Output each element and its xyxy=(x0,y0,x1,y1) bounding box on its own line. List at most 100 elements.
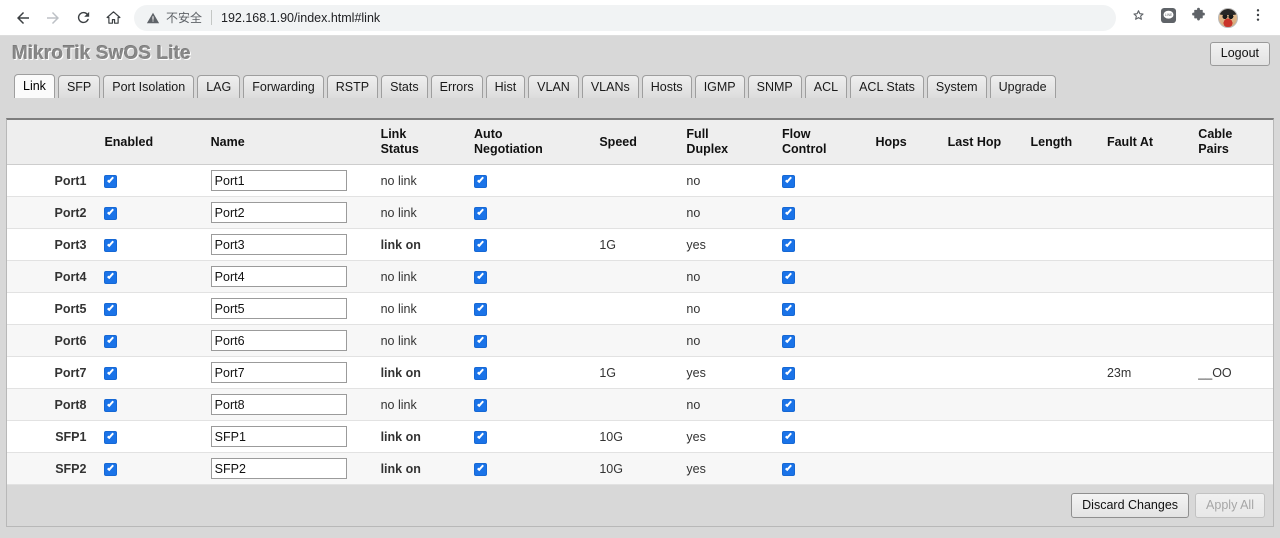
apply-all-button[interactable]: Apply All xyxy=(1195,492,1265,519)
auto-negotiation-checkbox[interactable] xyxy=(474,270,488,284)
port-name-input[interactable] xyxy=(210,202,347,223)
row-hops xyxy=(871,388,944,421)
auto-negotiation-checkbox-cell xyxy=(470,228,596,261)
auto-negotiation-checkbox[interactable] xyxy=(474,334,488,348)
enabled-checkbox[interactable] xyxy=(104,398,118,412)
row-cable-pairs xyxy=(1194,228,1273,261)
tab-lag[interactable]: LAG xyxy=(197,75,241,98)
home-button[interactable] xyxy=(98,3,128,33)
tab-igmp[interactable]: IGMP xyxy=(694,75,745,98)
enabled-checkbox[interactable] xyxy=(104,334,118,348)
flow-control-checkbox[interactable] xyxy=(782,366,795,380)
row-link-status: link on xyxy=(376,356,471,389)
auto-negotiation-checkbox[interactable] xyxy=(474,462,488,476)
back-button[interactable] xyxy=(8,3,38,33)
address-bar[interactable]: 不安全 192.168.1.90/index.html#link xyxy=(134,4,1116,31)
row-fault-at xyxy=(1102,196,1195,229)
reload-button[interactable] xyxy=(68,3,98,33)
enabled-checkbox[interactable] xyxy=(104,238,118,252)
table-row: Port5 no link no xyxy=(7,292,1273,325)
row-speed: 1G xyxy=(595,356,683,389)
enabled-checkbox-cell xyxy=(100,356,207,389)
url-text: 192.168.1.90/index.html#link xyxy=(221,10,381,25)
header-cable-pairs: Cable Pairs xyxy=(1194,120,1273,165)
row-fault-at: 23m xyxy=(1102,356,1195,389)
three-dot-menu-icon xyxy=(1250,7,1266,28)
flow-control-checkbox[interactable] xyxy=(782,430,795,444)
flow-control-checkbox[interactable] xyxy=(782,270,795,284)
port-name-input[interactable] xyxy=(210,234,347,255)
header-flow-control: Flow Control xyxy=(778,120,872,165)
port-name-input[interactable] xyxy=(210,426,347,447)
not-secure-warning-icon[interactable] xyxy=(146,11,160,25)
tab-sfp[interactable]: SFP xyxy=(57,75,101,98)
flow-control-checkbox[interactable] xyxy=(782,174,795,188)
tab-system[interactable]: System xyxy=(926,75,987,98)
auto-negotiation-checkbox[interactable] xyxy=(474,398,488,412)
enabled-checkbox[interactable] xyxy=(104,366,118,380)
tab-upgrade[interactable]: Upgrade xyxy=(989,75,1056,98)
auto-negotiation-checkbox[interactable] xyxy=(474,430,488,444)
port-name-input[interactable] xyxy=(210,266,347,287)
table-row: Port4 no link no xyxy=(7,260,1273,293)
tab-acl-stats[interactable]: ACL Stats xyxy=(850,75,924,98)
port-name-input[interactable] xyxy=(210,170,347,191)
profile-button[interactable] xyxy=(1214,4,1242,32)
tab-rstp[interactable]: RSTP xyxy=(326,75,379,98)
extensions-button[interactable] xyxy=(1184,4,1212,32)
port-name-input[interactable] xyxy=(210,458,347,479)
table-row: SFP1 link on 10Gyes xyxy=(7,420,1273,453)
row-cable-pairs xyxy=(1194,420,1273,453)
enabled-checkbox[interactable] xyxy=(104,270,118,284)
logout-button[interactable]: Logout xyxy=(1209,42,1270,66)
header-port xyxy=(7,120,101,165)
line-extension-button[interactable]: LINE xyxy=(1154,4,1182,32)
auto-negotiation-checkbox[interactable] xyxy=(474,238,488,252)
tab-stats[interactable]: Stats xyxy=(381,75,428,98)
port-name-input[interactable] xyxy=(210,330,347,351)
browser-menu-button[interactable] xyxy=(1244,4,1272,32)
tab-acl[interactable]: ACL xyxy=(804,75,848,98)
header-fault-at: Fault At xyxy=(1102,120,1195,165)
header-last-hop: Last Hop xyxy=(943,120,1027,165)
enabled-checkbox[interactable] xyxy=(104,462,118,476)
tab-vlan[interactable]: VLAN xyxy=(528,75,579,98)
row-full-duplex: yes xyxy=(682,452,778,485)
flow-control-checkbox[interactable] xyxy=(782,334,795,348)
row-link-status: no link xyxy=(376,196,471,229)
row-link-status: no link xyxy=(376,292,471,325)
port-name-input[interactable] xyxy=(210,362,347,383)
enabled-checkbox-cell xyxy=(100,228,207,261)
enabled-checkbox[interactable] xyxy=(104,206,118,220)
forward-button[interactable] xyxy=(38,3,68,33)
tab-port-isolation[interactable]: Port Isolation xyxy=(103,75,195,98)
tab-errors[interactable]: Errors xyxy=(430,75,483,98)
auto-negotiation-checkbox[interactable] xyxy=(474,206,488,220)
tab-snmp[interactable]: SNMP xyxy=(747,75,802,98)
flow-control-checkbox[interactable] xyxy=(782,398,795,412)
tab-hosts[interactable]: Hosts xyxy=(641,75,692,98)
row-full-duplex: no xyxy=(682,388,778,421)
auto-negotiation-checkbox[interactable] xyxy=(474,302,488,316)
flow-control-checkbox[interactable] xyxy=(782,462,795,476)
discard-changes-button[interactable]: Discard Changes xyxy=(1071,492,1190,519)
row-port-label: Port3 xyxy=(7,228,101,261)
bookmark-button[interactable] xyxy=(1124,4,1152,32)
flow-control-checkbox[interactable] xyxy=(782,238,795,252)
enabled-checkbox[interactable] xyxy=(104,302,118,316)
auto-negotiation-checkbox[interactable] xyxy=(474,366,488,380)
enabled-checkbox[interactable] xyxy=(104,174,118,188)
tab-link[interactable]: Link xyxy=(14,74,55,98)
tab-vlans[interactable]: VLANs xyxy=(581,75,639,98)
auto-negotiation-checkbox[interactable] xyxy=(474,174,488,188)
enabled-checkbox[interactable] xyxy=(104,430,118,444)
flow-control-checkbox[interactable] xyxy=(782,302,795,316)
row-speed xyxy=(595,324,683,357)
port-name-input[interactable] xyxy=(210,394,347,415)
auto-negotiation-checkbox-cell xyxy=(470,452,596,485)
port-name-input[interactable] xyxy=(210,298,347,319)
flow-control-checkbox[interactable] xyxy=(782,206,795,220)
tab-forwarding[interactable]: Forwarding xyxy=(243,75,324,98)
tab-hist[interactable]: Hist xyxy=(485,75,526,98)
header-link-status-line2: Status xyxy=(380,142,419,156)
